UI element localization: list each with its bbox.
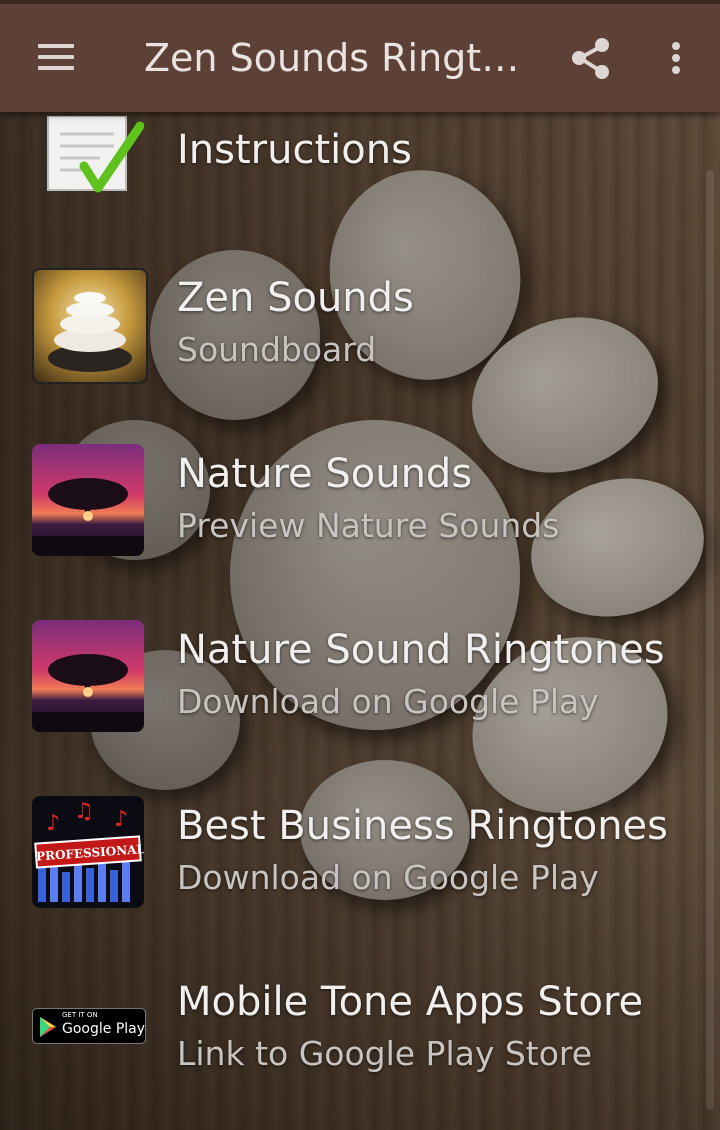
- svg-text:♪: ♪: [46, 811, 60, 836]
- item-title: Nature Sounds: [177, 451, 473, 497]
- list-item-best-business-ringtones[interactable]: ♪ ♫ ♪ PROFESSIONAL Best Business Rington…: [0, 790, 706, 910]
- svg-text:♪: ♪: [114, 807, 128, 832]
- menu-button[interactable]: [24, 36, 88, 80]
- share-icon: [572, 38, 609, 79]
- more-options-button[interactable]: [656, 32, 696, 84]
- share-button[interactable]: [566, 32, 618, 84]
- more-vert-icon: [672, 66, 680, 74]
- status-bar-edge: [0, 0, 720, 4]
- list-item-mobile-tone-apps-store[interactable]: GET IT ON Google Play Mobile Tone Apps S…: [0, 966, 706, 1086]
- item-subtitle: Soundboard: [177, 330, 377, 369]
- zen-stones-icon: [32, 268, 148, 384]
- item-title: Best Business Ringtones: [177, 803, 668, 849]
- app-title: Zen Sounds Ringto...: [144, 36, 524, 80]
- google-play-name: Google Play: [62, 1021, 146, 1037]
- menu-list: Instructions Zen Sounds Soundboard Natur…: [0, 112, 720, 1130]
- hamburger-menu-icon: [38, 44, 74, 48]
- item-subtitle: Preview Nature Sounds: [177, 506, 560, 545]
- list-scrollbar[interactable]: [706, 170, 714, 1110]
- google-play-get-it-on: GET IT ON: [62, 1011, 98, 1019]
- more-vert-icon: [672, 42, 680, 50]
- item-subtitle: Download on Google Play: [177, 682, 599, 721]
- hamburger-menu-icon: [38, 55, 74, 59]
- list-item-instructions[interactable]: Instructions: [0, 112, 706, 222]
- sunset-tree-icon: [32, 620, 144, 732]
- hamburger-menu-icon: [38, 66, 74, 70]
- list-item-zen-sounds[interactable]: Zen Sounds Soundboard: [0, 262, 706, 384]
- sunset-tree-icon: [32, 444, 144, 556]
- item-title: Zen Sounds: [177, 275, 414, 321]
- more-vert-icon: [672, 54, 680, 62]
- list-item-nature-sound-ringtones[interactable]: Nature Sound Ringtones Download on Googl…: [0, 614, 706, 734]
- item-title: Nature Sound Ringtones: [177, 627, 665, 673]
- item-subtitle: Link to Google Play Store: [177, 1034, 593, 1073]
- app-toolbar: Zen Sounds Ringto...: [0, 0, 720, 112]
- item-title: Mobile Tone Apps Store: [177, 979, 644, 1025]
- item-title: Instructions: [177, 127, 412, 173]
- professional-music-icon: ♪ ♫ ♪ PROFESSIONAL: [32, 796, 144, 908]
- list-item-nature-sounds[interactable]: Nature Sounds Preview Nature Sounds: [0, 438, 706, 558]
- item-subtitle: Download on Google Play: [177, 858, 599, 897]
- google-play-badge-icon: GET IT ON Google Play: [32, 1008, 146, 1044]
- instructions-checkmark-icon: [40, 115, 145, 202]
- svg-text:♫: ♫: [74, 799, 94, 824]
